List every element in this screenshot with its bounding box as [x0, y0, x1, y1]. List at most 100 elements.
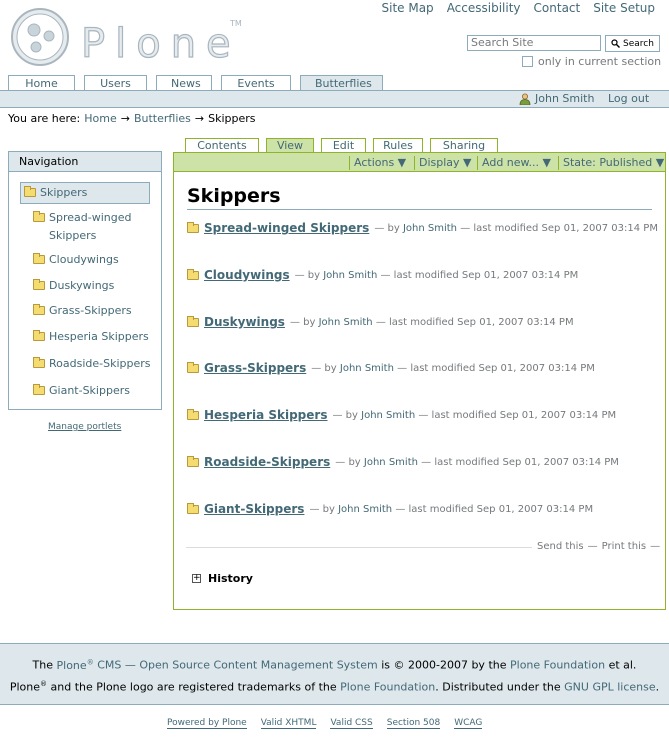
author-link[interactable]: John Smith [364, 457, 418, 468]
site-action-sitemap[interactable]: Site Map [382, 1, 434, 15]
footer-line-2: Plone® and the Plone logo are registered… [9, 679, 660, 694]
tab-contents[interactable]: Contents [185, 138, 259, 152]
item-byline: — by John Smith — last modified Sep 01, … [374, 222, 658, 234]
tab-view[interactable]: View [266, 138, 314, 152]
author-link[interactable]: John Smith [323, 270, 377, 281]
nav-item-label: Cloudywings [49, 253, 119, 266]
plone-foundation-link[interactable]: Plone Foundation [510, 659, 605, 672]
print-this-link[interactable]: Print this [602, 541, 646, 552]
breadcrumb-separator: → [194, 112, 205, 125]
logout-link[interactable]: Log out [608, 92, 649, 105]
only-section-option: only in current section [522, 55, 661, 68]
search-icon [611, 39, 621, 48]
plone-foundation-link[interactable]: Plone Foundation [340, 680, 435, 693]
list-item: Duskywings — by John Smith — last modifi… [187, 315, 574, 329]
nav-item[interactable]: Spread-winged Skippers [33, 209, 145, 245]
author-link[interactable]: John Smith [340, 363, 394, 374]
tab-edit[interactable]: Edit [321, 138, 366, 152]
gpl-license-link[interactable]: GNU GPL license [564, 680, 655, 693]
list-item: Spread-winged Skippers — by John Smith —… [187, 221, 658, 235]
site-footer: The Plone® CMS — Open Source Content Man… [0, 643, 669, 705]
user-name: John Smith [535, 92, 595, 105]
colophon-wcag[interactable]: WCAG [454, 718, 483, 729]
tab-news[interactable]: News [156, 75, 212, 91]
document-actions: Send this — Print this — [537, 541, 660, 552]
folder-icon [24, 186, 36, 197]
author-link[interactable]: John Smith [338, 504, 392, 515]
plone-logo[interactable]: Plone TM [8, 7, 248, 68]
list-item: Roadside-Skippers — by John Smith — last… [187, 455, 619, 469]
send-this-link[interactable]: Send this [537, 541, 584, 552]
nav-item[interactable]: Duskywings [33, 277, 114, 295]
nav-item-current[interactable]: Skippers [20, 182, 150, 204]
nav-item[interactable]: Hesperia Skippers [33, 328, 149, 346]
nav-item[interactable]: Giant-Skippers [33, 382, 130, 400]
folder-icon [33, 330, 45, 341]
tab-home[interactable]: Home [8, 75, 75, 91]
item-title-link[interactable]: Hesperia Skippers [204, 408, 327, 422]
nav-item-label: Skippers [40, 186, 88, 199]
folder-icon [187, 455, 199, 467]
colophon-powered-by[interactable]: Powered by Plone [167, 718, 247, 729]
item-title-link[interactable]: Giant-Skippers [204, 502, 304, 516]
site-action-accessibility[interactable]: Accessibility [447, 1, 521, 15]
breadcrumb-current: Skippers [208, 112, 256, 125]
tab-events[interactable]: Events [221, 75, 291, 91]
nav-item-label: Giant-Skippers [49, 384, 130, 397]
list-item: Cloudywings — by John Smith — last modif… [187, 268, 578, 282]
plone-link[interactable]: Plone® [57, 658, 94, 672]
item-byline: — by John Smith — last modified Sep 01, … [289, 316, 574, 328]
personal-bar: John Smith Log out [0, 91, 669, 108]
item-title-link[interactable]: Grass-Skippers [204, 361, 306, 375]
item-title-link[interactable]: Duskywings [204, 315, 285, 329]
breadcrumb: You are here: Home → Butterflies → Skipp… [8, 112, 256, 125]
item-title-link[interactable]: Cloudywings [204, 268, 290, 282]
only-section-checkbox[interactable] [522, 56, 533, 67]
nav-item[interactable]: Cloudywings [33, 251, 119, 269]
tab-rules[interactable]: Rules [373, 138, 423, 152]
site-actions: Site Map Accessibility Contact Site Setu… [382, 1, 656, 15]
breadcrumb-butterflies[interactable]: Butterflies [134, 112, 191, 125]
tab-butterflies[interactable]: Butterflies [300, 75, 383, 91]
breadcrumb-home[interactable]: Home [84, 112, 116, 125]
colophon-valid-css[interactable]: Valid CSS [330, 718, 373, 729]
footer-line-1: The Plone® CMS — Open Source Content Man… [32, 658, 637, 672]
state-menu[interactable]: State: Published ▼ [558, 156, 664, 170]
actions-menu[interactable]: Actions ▼ [349, 156, 406, 170]
nav-item-label: Duskywings [49, 279, 115, 292]
site-action-setup[interactable]: Site Setup [593, 1, 655, 15]
content-view-tabs: Contents View Edit Rules Sharing [185, 138, 498, 152]
tab-users[interactable]: Users [84, 75, 147, 91]
document-actions-separator: — [587, 541, 598, 552]
nav-item[interactable]: Grass-Skippers [33, 302, 132, 320]
logo-trademark: TM [230, 19, 242, 28]
nav-item-label: Spread-winged Skippers [49, 211, 132, 242]
plone-logo-icon [11, 8, 69, 66]
item-title-link[interactable]: Roadside-Skippers [204, 455, 330, 469]
author-link[interactable]: John Smith [319, 317, 373, 328]
manage-portlets-link[interactable]: Manage portlets [48, 422, 121, 432]
search-input[interactable]: Search Site [467, 35, 601, 51]
portal-tabs: Home Users News Events Butterflies [8, 75, 383, 91]
author-link[interactable]: John Smith [361, 410, 415, 421]
tab-sharing[interactable]: Sharing [430, 138, 498, 152]
display-menu[interactable]: Display ▼ [414, 156, 472, 170]
site-action-contact[interactable]: Contact [534, 1, 581, 15]
search-button[interactable]: Search [605, 35, 660, 52]
user-menu[interactable]: John Smith [519, 92, 594, 105]
nav-item-label: Roadside-Skippers [49, 357, 151, 370]
author-link[interactable]: John Smith [403, 223, 457, 234]
plone-cms-link[interactable]: CMS — Open Source Content Management Sys… [97, 659, 378, 672]
document-actions-separator: — [650, 541, 661, 552]
list-item: Giant-Skippers — by John Smith — last mo… [187, 502, 593, 516]
expand-plus-icon: + [192, 573, 201, 583]
folder-icon [33, 304, 45, 315]
colophon: Powered by Plone Valid XHTML Valid CSS S… [167, 718, 483, 729]
item-byline: — by John Smith — last modified Sep 01, … [311, 362, 595, 374]
add-new-menu[interactable]: Add new... ▼ [477, 156, 551, 170]
nav-item[interactable]: Roadside-Skippers [33, 355, 151, 373]
colophon-valid-xhtml[interactable]: Valid XHTML [260, 718, 317, 729]
history-toggle[interactable]: + History [192, 572, 253, 585]
colophon-section-508[interactable]: Section 508 [386, 718, 441, 729]
item-title-link[interactable]: Spread-winged Skippers [204, 221, 369, 235]
